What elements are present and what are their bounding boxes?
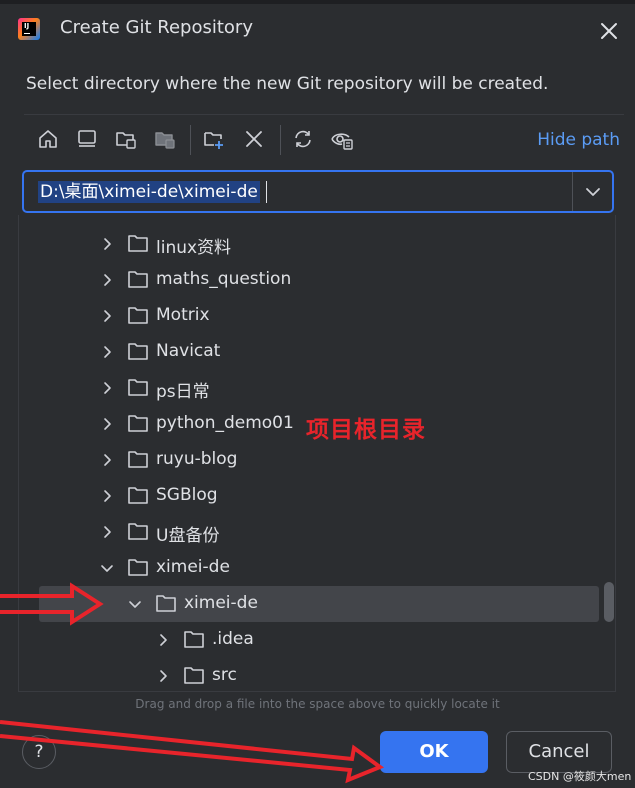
tree-row-label: python_demo01 — [156, 413, 294, 433]
path-input[interactable]: D:\桌面\ximei-de\ximei-de — [22, 170, 614, 213]
watermark: CSDN @筱颜大men — [528, 770, 632, 783]
tree-row-label: src — [212, 665, 237, 685]
chevron-right-icon[interactable] — [155, 668, 171, 684]
cancel-button[interactable]: Cancel — [506, 731, 612, 773]
tree-row-selected[interactable]: ximei-de — [39, 586, 599, 622]
chevron-right-icon[interactable] — [99, 488, 115, 504]
chevron-right-icon[interactable] — [99, 344, 115, 360]
refresh-icon[interactable] — [291, 127, 315, 151]
folder-icon — [128, 235, 148, 252]
new-folder-icon[interactable] — [202, 127, 226, 151]
desktop-icon[interactable] — [75, 127, 99, 151]
tree-row[interactable]: src — [19, 658, 599, 691]
folder-icon — [128, 307, 148, 324]
tree-row-label: ximei-de — [156, 557, 230, 577]
tree-row-label: Navicat — [156, 341, 221, 361]
tree-row[interactable]: ps日常 — [19, 370, 599, 406]
directory-tree[interactable]: src .idea ximei-de ximei-de U盘备份 SGBlog ruyu-b… — [18, 215, 616, 692]
tree-row[interactable]: Motrix — [19, 298, 599, 334]
path-input-value[interactable]: D:\桌面\ximei-de\ximei-de — [38, 181, 260, 203]
folder-icon — [128, 379, 148, 396]
tree-row-label: Motrix — [156, 305, 210, 325]
tree-row-label: U盘备份 — [156, 526, 220, 546]
file-chooser-toolbar: Hide path — [24, 114, 624, 166]
chevron-right-icon[interactable] — [99, 380, 115, 396]
folder-icon — [184, 631, 204, 648]
folder-icon — [184, 667, 204, 684]
tree-row[interactable]: ruyu-blog — [19, 442, 599, 478]
annotation-text: 项目根目录 — [306, 417, 426, 443]
chevron-down-icon[interactable] — [127, 596, 143, 612]
hide-path-link[interactable]: Hide path — [537, 130, 620, 150]
dropdown-separator — [572, 172, 573, 211]
chevron-right-icon[interactable] — [99, 272, 115, 288]
toolbar-separator — [190, 125, 191, 155]
ok-button[interactable]: OK — [380, 731, 488, 773]
chevron-right-icon[interactable] — [155, 632, 171, 648]
folder-icon — [128, 415, 148, 432]
title-bar: IJ Create Git Repository — [0, 4, 635, 54]
tree-row-label: maths_question — [156, 269, 292, 289]
tree-row[interactable]: maths_question — [19, 262, 599, 298]
chevron-right-icon[interactable] — [99, 452, 115, 468]
tree-row[interactable]: U盘备份 — [19, 514, 599, 550]
module-folder-icon[interactable] — [153, 127, 177, 151]
home-icon[interactable] — [36, 127, 60, 151]
tree-row[interactable]: SGBlog — [19, 478, 599, 514]
drag-drop-hint: Drag and drop a file into the space abov… — [135, 697, 500, 711]
toolbar-separator — [280, 125, 281, 155]
folder-icon — [156, 595, 176, 612]
project-folder-icon[interactable] — [114, 127, 138, 151]
dialog-title: Create Git Repository — [60, 17, 253, 38]
help-button[interactable]: ? — [22, 735, 56, 769]
tree-row[interactable]: Navicat — [19, 334, 599, 370]
show-hidden-icon[interactable] — [330, 127, 354, 151]
folder-icon — [128, 559, 148, 576]
tree-scrollbar[interactable] — [604, 582, 614, 622]
chevron-right-icon[interactable] — [99, 236, 115, 252]
chevron-down-icon[interactable] — [99, 560, 115, 576]
chevron-right-icon[interactable] — [99, 308, 115, 324]
dialog-description: Select directory where the new Git repos… — [26, 74, 549, 94]
tree-row[interactable]: linux资料 — [19, 226, 599, 262]
create-git-repository-dialog: IJ Create Git Repository Select director… — [0, 0, 635, 788]
tree-row-label: ruyu-blog — [156, 449, 238, 469]
delete-icon[interactable] — [242, 127, 266, 151]
tree-row-label: SGBlog — [156, 485, 218, 505]
chevron-right-icon[interactable] — [99, 416, 115, 432]
folder-icon — [128, 523, 148, 540]
arrow-to-ok-button — [0, 720, 385, 784]
folder-icon — [128, 343, 148, 360]
close-icon[interactable] — [598, 20, 620, 42]
tree-row-label: ps日常 — [156, 382, 210, 402]
tree-row-label: ximei-de — [184, 593, 258, 613]
chevron-right-icon[interactable] — [99, 524, 115, 540]
folder-icon — [128, 487, 148, 504]
text-caret — [266, 181, 267, 203]
app-logo-icon: IJ — [18, 18, 40, 40]
tree-row[interactable]: .idea — [19, 622, 599, 658]
folder-icon — [128, 271, 148, 288]
folder-icon — [128, 451, 148, 468]
tree-row[interactable]: ximei-de — [19, 550, 599, 586]
tree-row-label: linux资料 — [156, 238, 232, 258]
tree-row-label: .idea — [212, 629, 254, 649]
chevron-down-icon[interactable] — [574, 172, 612, 211]
